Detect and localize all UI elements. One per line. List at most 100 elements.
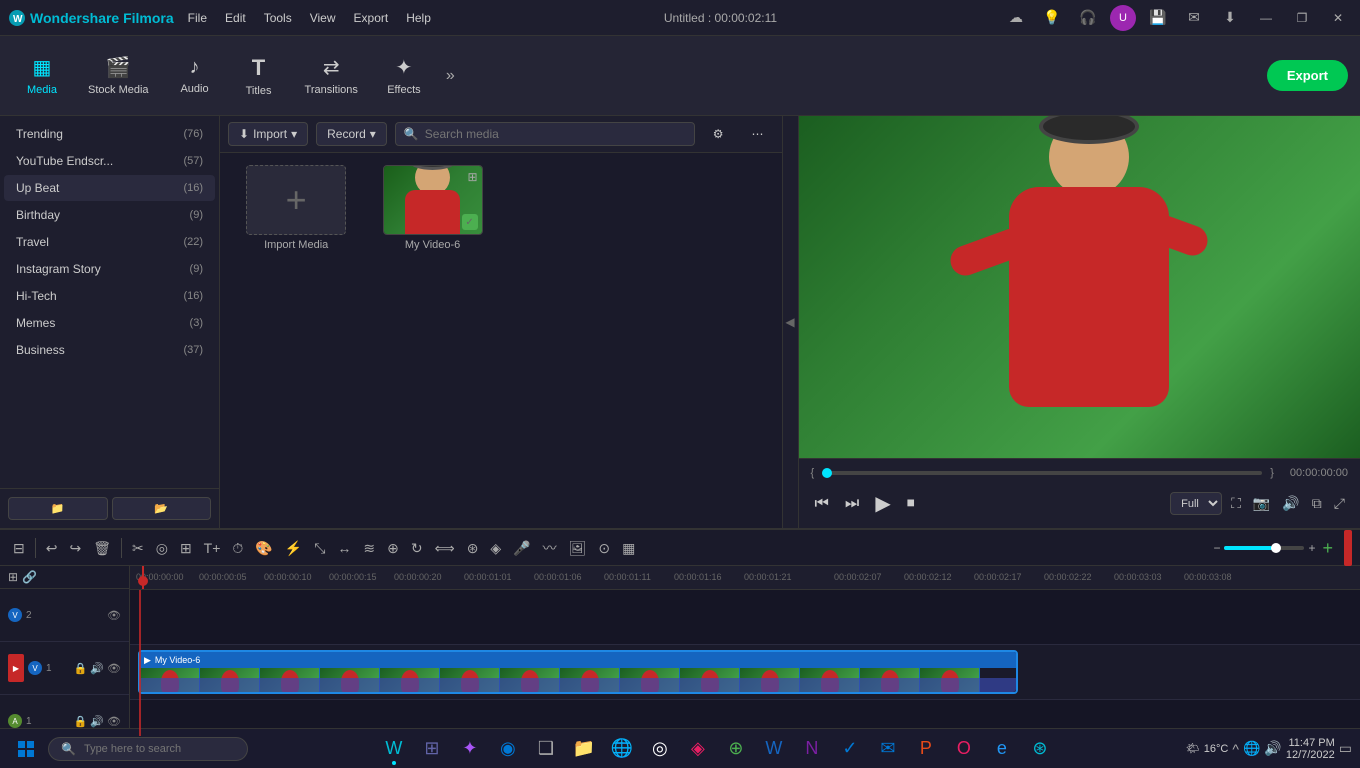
sidebar-item-memes[interactable]: Memes (3) xyxy=(4,310,215,336)
replace-button[interactable]: ↔ xyxy=(332,537,356,559)
taskbar-instagram[interactable]: ◈ xyxy=(680,731,716,767)
taskbar-search[interactable]: 🔍 xyxy=(48,737,248,761)
taskbar-filmora[interactable]: W xyxy=(376,731,412,767)
speaker-icon[interactable]: 🔊 xyxy=(1264,740,1281,757)
menu-export[interactable]: Export xyxy=(346,7,397,29)
vocal-button[interactable]: 🎤 xyxy=(508,537,535,560)
delete-button[interactable]: 🗑 xyxy=(88,537,116,560)
skip-back-button[interactable]: ⏭ xyxy=(841,491,863,517)
fullscreen-button[interactable]: ⛶ xyxy=(1228,492,1244,515)
text-button[interactable]: T+ xyxy=(199,537,226,559)
progress-bar[interactable] xyxy=(822,471,1262,475)
video-media-item[interactable]: ⊞ ✓ My Video-6 xyxy=(368,165,496,251)
menu-view[interactable]: View xyxy=(302,7,344,29)
volume-button[interactable]: 🔊 xyxy=(1279,492,1302,515)
taskbar-copilot2[interactable]: ⊛ xyxy=(1022,731,1058,767)
sidebar-item-birthday[interactable]: Birthday (9) xyxy=(4,202,215,228)
show-desktop-icon[interactable]: ▭ xyxy=(1339,740,1352,757)
taskbar-opera[interactable]: O xyxy=(946,731,982,767)
taskbar-todo[interactable]: ✓ xyxy=(832,731,868,767)
magnetic-button[interactable]: ◎ xyxy=(151,537,173,560)
zoom-in-icon[interactable]: + xyxy=(1308,541,1315,555)
save-icon[interactable]: 💾 xyxy=(1144,4,1172,32)
chroma-button[interactable]: ◈ xyxy=(485,537,506,560)
tool-stock-media[interactable]: 🎬 Stock Media xyxy=(76,49,161,102)
prev-frame-button[interactable]: ⏮ xyxy=(811,491,833,517)
start-button[interactable] xyxy=(8,734,44,764)
record-button[interactable]: Record ▾ xyxy=(316,122,387,146)
green-screen-button[interactable]: 🖼 xyxy=(564,537,592,560)
expand-toolbar-button[interactable]: » xyxy=(438,63,463,89)
cloud-icon[interactable]: ☁ xyxy=(1002,4,1030,32)
menu-edit[interactable]: Edit xyxy=(217,7,254,29)
sidebar-item-trending[interactable]: Trending (76) xyxy=(4,121,215,147)
user-avatar[interactable]: U xyxy=(1110,5,1136,31)
taskbar-search-input[interactable] xyxy=(84,743,224,755)
chevron-up-icon[interactable]: ^ xyxy=(1232,741,1239,757)
network-icon[interactable]: 🌐 xyxy=(1243,740,1260,757)
zoom-slider[interactable] xyxy=(1224,546,1304,550)
zoom-out-icon[interactable]: − xyxy=(1213,541,1220,555)
panel-collapse-arrow[interactable]: ◀ xyxy=(783,116,799,528)
sidebar-item-instagram[interactable]: Instagram Story (9) xyxy=(4,256,215,282)
open-folder-button[interactable]: 📂 xyxy=(112,497,212,520)
track-2-eye-icon[interactable]: 👁 xyxy=(107,609,121,622)
mail-icon[interactable]: ✉ xyxy=(1180,4,1208,32)
import-button[interactable]: ⬇ Import ▾ xyxy=(228,122,308,146)
crop-timeline-button[interactable]: ⊞ xyxy=(175,537,197,560)
menu-file[interactable]: File xyxy=(180,7,215,29)
sidebar-item-youtube[interactable]: YouTube Endscr... (57) xyxy=(4,148,215,174)
stop-button[interactable]: ⏹ xyxy=(903,491,919,517)
export-button[interactable]: Export xyxy=(1267,60,1348,91)
track-1-volume[interactable]: 🔊 xyxy=(90,662,104,675)
transform-button[interactable]: ⤡ xyxy=(309,537,330,560)
taskbar-store[interactable]: ◉ xyxy=(490,731,526,767)
silence-detect-button[interactable]: ▦ xyxy=(617,537,640,560)
pip-button[interactable]: ⧉ xyxy=(1309,492,1325,515)
flip-button[interactable]: ⟺ xyxy=(430,537,460,560)
download-icon[interactable]: ⬇ xyxy=(1216,4,1244,32)
track-1-eye[interactable]: 👁 xyxy=(107,662,121,675)
headset-icon[interactable]: 🎧 xyxy=(1074,4,1102,32)
sidebar-item-upbeat[interactable]: Up Beat (16) xyxy=(4,175,215,201)
menu-help[interactable]: Help xyxy=(398,7,439,29)
stabilize-button[interactable]: ⊛ xyxy=(462,537,484,560)
taskbar-chrome[interactable]: ◎ xyxy=(642,731,678,767)
taskbar-teams[interactable]: ⊞ xyxy=(414,731,450,767)
taskbar-msedge2[interactable]: e xyxy=(984,731,1020,767)
taskbar-word[interactable]: W xyxy=(756,731,792,767)
detach-audio-button[interactable]: ⊕ xyxy=(382,537,404,560)
filter-icon[interactable]: ⚙ xyxy=(703,123,734,145)
add-track-button[interactable]: + xyxy=(1317,535,1338,562)
scenes-button[interactable]: ⊟ xyxy=(8,537,30,560)
crop-button[interactable]: ⤢ xyxy=(1331,492,1348,515)
tool-titles[interactable]: T Titles xyxy=(229,49,289,103)
lightbulb-icon[interactable]: 💡 xyxy=(1038,4,1066,32)
fit-icon[interactable]: ⊞ xyxy=(8,570,18,584)
play-button[interactable]: ▶ xyxy=(871,487,894,520)
speed-button[interactable]: ⚡ xyxy=(280,537,307,560)
sidebar-item-business[interactable]: Business (37) xyxy=(4,337,215,363)
quality-select[interactable]: Full 1/2 1/4 xyxy=(1170,492,1222,515)
more-options-icon[interactable]: ⋯ xyxy=(742,123,774,145)
taskbar-maps[interactable]: ⊕ xyxy=(718,731,754,767)
tool-transitions[interactable]: ⇄ Transitions xyxy=(293,49,370,102)
video-clip-1[interactable]: ▶ My Video-6 xyxy=(138,650,1018,694)
taskbar-powerpoint[interactable]: P xyxy=(908,731,944,767)
maximize-button[interactable]: ❐ xyxy=(1288,4,1316,32)
tool-effects[interactable]: ✦ Effects xyxy=(374,49,434,102)
taskbar-edge[interactable]: 🌐 xyxy=(604,731,640,767)
tool-audio[interactable]: ♪ Audio xyxy=(165,50,225,101)
taskbar-copilot[interactable]: ✦ xyxy=(452,731,488,767)
snapshot-button[interactable]: 📷 xyxy=(1250,492,1273,515)
rotate-button[interactable]: ↻ xyxy=(406,537,428,560)
motion-track-button[interactable]: ⊙ xyxy=(593,537,615,560)
denoise-button[interactable]: 〰 xyxy=(538,535,562,561)
taskbar-onenote[interactable]: N xyxy=(794,731,830,767)
tool-media[interactable]: ▦ Media xyxy=(12,49,72,102)
taskbar-file-explorer[interactable]: 📁 xyxy=(566,731,602,767)
taskbar-outlook[interactable]: ✉ xyxy=(870,731,906,767)
menu-tools[interactable]: Tools xyxy=(256,7,300,29)
import-thumb[interactable]: + xyxy=(246,165,346,235)
timer-button[interactable]: ⏱ xyxy=(227,537,248,560)
